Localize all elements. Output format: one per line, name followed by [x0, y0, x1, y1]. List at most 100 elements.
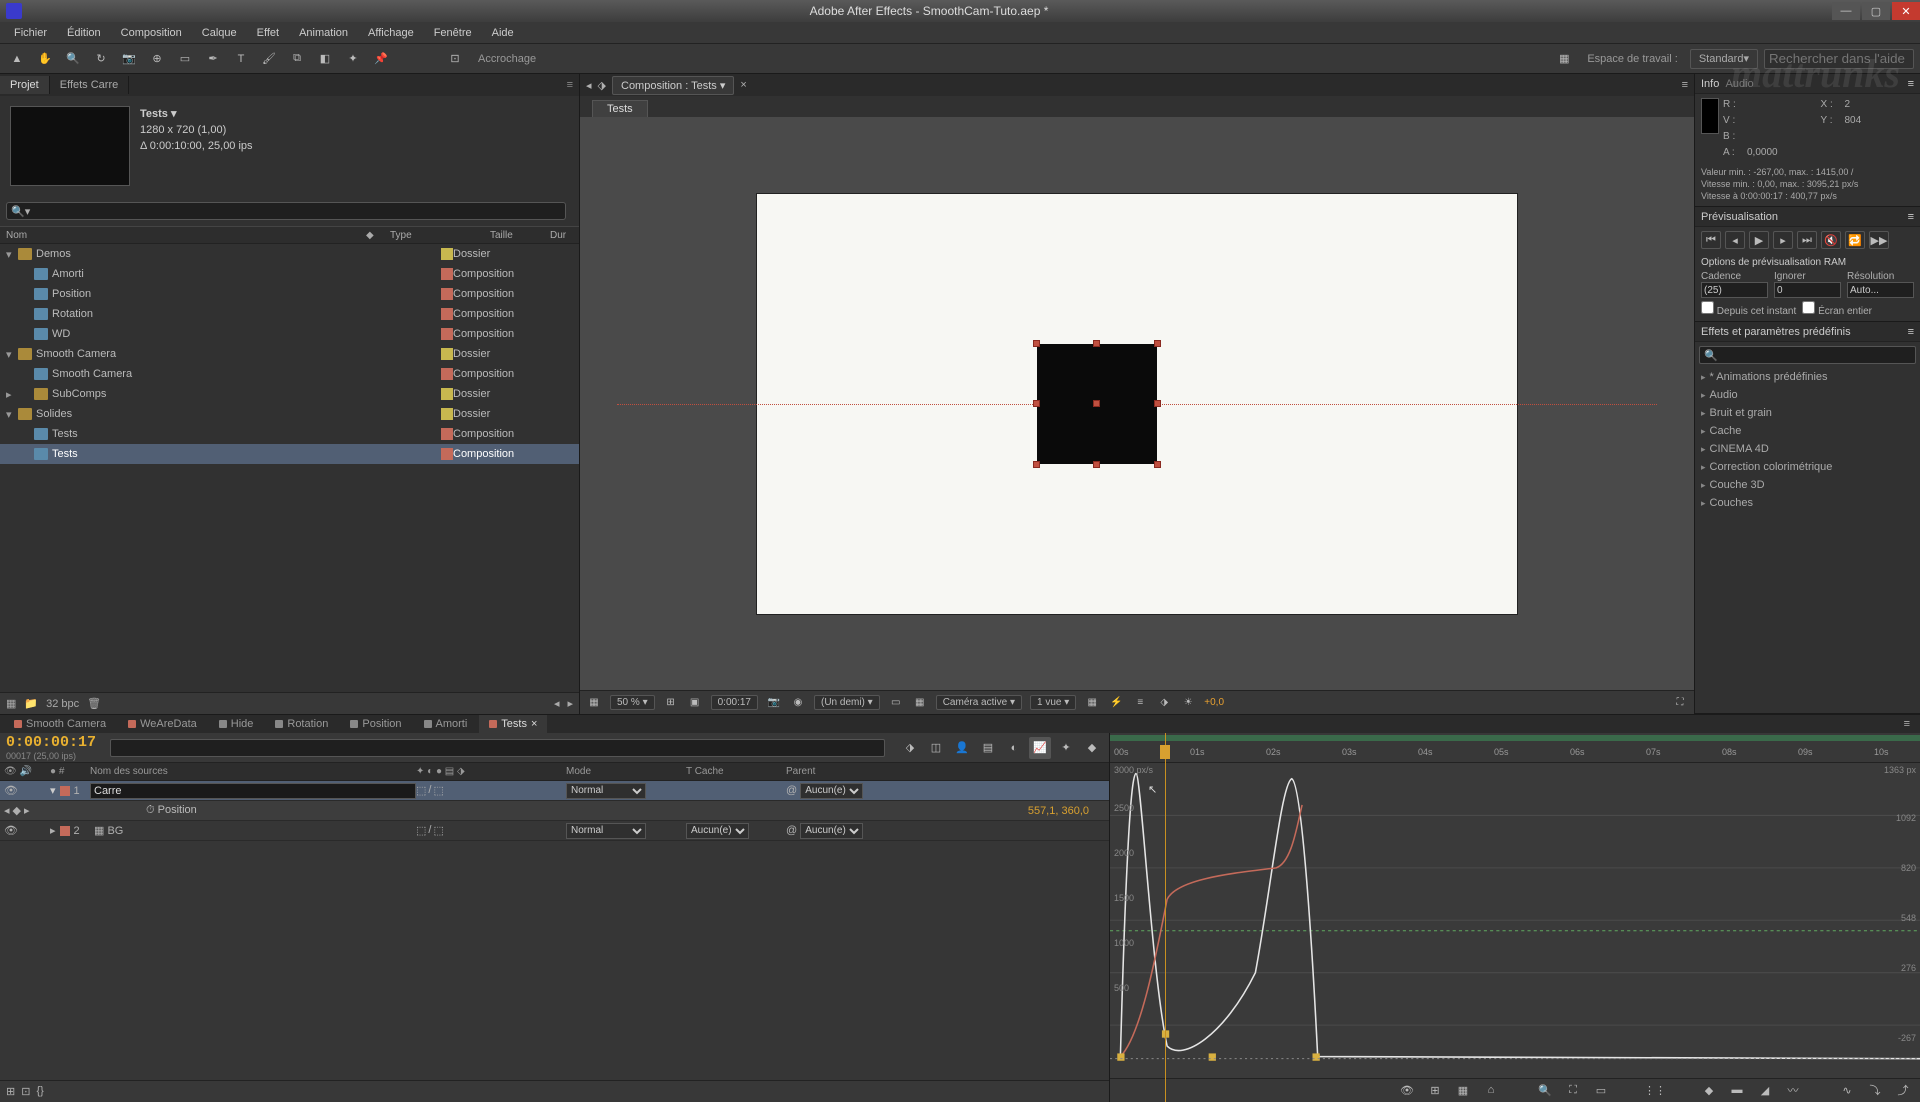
col-swatch[interactable]: ◆: [366, 230, 390, 241]
timecode[interactable]: 0:00:00:17: [6, 734, 96, 751]
minimize-button[interactable]: —: [1832, 2, 1860, 20]
flowchart-button[interactable]: ⬗: [1156, 695, 1172, 711]
layer-row-1[interactable]: 👁 ▾1 ⬚ / ⬚ Normal @ Aucun(e): [0, 781, 1109, 801]
effects-category[interactable]: * Animations prédéfinies: [1695, 368, 1920, 386]
hide-shy-button[interactable]: 👤: [951, 737, 973, 759]
graph-editor-button[interactable]: 📈: [1029, 737, 1051, 759]
trkmat-select[interactable]: Aucun(e): [686, 823, 749, 839]
shy-switch[interactable]: ⬚: [416, 824, 426, 837]
brainstorm-button[interactable]: ✦: [1055, 737, 1077, 759]
project-item[interactable]: RotationComposition: [0, 304, 579, 324]
item-swatch[interactable]: [441, 388, 453, 400]
project-item[interactable]: ▾Smooth CameraDossier: [0, 344, 579, 364]
play-button[interactable]: ▶: [1749, 231, 1769, 249]
menu-fichier[interactable]: Fichier: [4, 25, 57, 41]
comp-close[interactable]: ×: [740, 79, 746, 91]
blend-mode-select[interactable]: Normal: [566, 783, 646, 799]
pickwhip-icon[interactable]: @: [786, 784, 797, 796]
camera-dropdown[interactable]: Caméra active ▾: [936, 695, 1022, 710]
stopwatch-icon[interactable]: ⏱: [146, 804, 155, 816]
menu-fenetre[interactable]: Fenêtre: [424, 25, 482, 41]
project-item[interactable]: AmortiComposition: [0, 264, 579, 284]
first-frame-button[interactable]: ⏮: [1701, 231, 1721, 249]
frame-blend-button[interactable]: ▤: [977, 737, 999, 759]
col-mode[interactable]: Mode: [566, 766, 686, 777]
toggle-modes-button[interactable]: ⊡: [21, 1085, 30, 1098]
handle-tr[interactable]: [1154, 340, 1161, 347]
item-swatch[interactable]: [441, 408, 453, 420]
channel-button[interactable]: ◉: [790, 695, 806, 711]
menu-calque[interactable]: Calque: [192, 25, 247, 41]
effects-category[interactable]: CINEMA 4D: [1695, 440, 1920, 458]
audio-tab[interactable]: Audio: [1725, 78, 1753, 90]
graph-editor[interactable]: 3000 px/s: [1110, 763, 1920, 1078]
project-item[interactable]: ▾SolidesDossier: [0, 404, 579, 424]
effects-menu[interactable]: ≡: [1908, 326, 1914, 338]
effects-category[interactable]: Bruit et grain: [1695, 404, 1920, 422]
brush-tool[interactable]: 🖌: [258, 48, 280, 70]
item-swatch[interactable]: [441, 308, 453, 320]
pixel-aspect-button[interactable]: ▦: [1084, 695, 1100, 711]
snap-icon[interactable]: ⊡: [444, 48, 466, 70]
twirl-icon[interactable]: ▸: [50, 824, 56, 837]
ram-preview-button[interactable]: ▶▶: [1869, 231, 1889, 249]
timeline-tab[interactable]: WeAreData: [118, 715, 207, 733]
zoom-tool[interactable]: 🔍: [62, 48, 84, 70]
roi-button[interactable]: ▭: [888, 695, 904, 711]
project-item[interactable]: PositionComposition: [0, 284, 579, 304]
eraser-tool[interactable]: ◧: [314, 48, 336, 70]
pickwhip-icon[interactable]: @: [786, 824, 797, 836]
project-item[interactable]: WDComposition: [0, 324, 579, 344]
time-ruler[interactable]: 00s01s02s03s04s05s06s07s08s09s10s: [1110, 733, 1920, 763]
puppet-tool[interactable]: 📌: [370, 48, 392, 70]
delete-button[interactable]: 🗑: [87, 697, 101, 710]
cb-from-current[interactable]: Depuis cet instant: [1701, 301, 1796, 317]
timeline-button[interactable]: ≡: [1132, 695, 1148, 711]
new-folder-button[interactable]: 📁: [24, 697, 38, 710]
mask-toggle[interactable]: ▣: [687, 695, 703, 711]
item-swatch[interactable]: [441, 348, 453, 360]
maximize-viewer[interactable]: ⛶: [1672, 695, 1688, 711]
layer-name-input[interactable]: [90, 783, 416, 799]
blend-mode-select[interactable]: Normal: [566, 823, 646, 839]
menu-edition[interactable]: Édition: [57, 25, 111, 41]
twirl-icon[interactable]: ▾: [50, 784, 56, 797]
bpc-button[interactable]: 32 bpc: [46, 698, 79, 710]
work-area[interactable]: [1110, 735, 1920, 741]
comp-mini-flow[interactable]: ⬗: [899, 737, 921, 759]
layer-swatch[interactable]: [60, 786, 70, 796]
zoom-graph-button[interactable]: 🔍: [1534, 1079, 1556, 1101]
project-tab[interactable]: Projet: [0, 76, 50, 94]
shy-switch[interactable]: ⬚: [416, 784, 426, 797]
keyframe[interactable]: [1209, 1053, 1216, 1060]
timeline-search[interactable]: [110, 739, 885, 757]
auto-keyframe-button[interactable]: ◆: [1081, 737, 1103, 759]
effects-title[interactable]: Effets et paramètres prédéfinis: [1701, 326, 1851, 338]
layer-row-2[interactable]: 👁 ▸2 ▦ BG ⬚ / ⬚ Normal Aucun(e) @ Aucun(…: [0, 821, 1109, 841]
workspace-dropdown[interactable]: Standard ▾: [1690, 49, 1758, 69]
col-dur[interactable]: Dur: [550, 230, 566, 241]
comp-subtab[interactable]: Tests: [592, 100, 648, 117]
comp-dropdown[interactable]: Composition : Tests ▾: [612, 76, 734, 95]
fit-sel-button[interactable]: ▭: [1590, 1079, 1612, 1101]
item-swatch[interactable]: [441, 368, 453, 380]
col-name[interactable]: Nom: [6, 230, 366, 241]
graph-type-button[interactable]: ⊞: [1424, 1079, 1446, 1101]
layer-carre[interactable]: [1037, 344, 1157, 464]
handle-br[interactable]: [1154, 461, 1161, 468]
draft3d-button[interactable]: ◫: [925, 737, 947, 759]
fit-graph-button[interactable]: ⌂: [1480, 1079, 1502, 1101]
cb-fullscreen[interactable]: Écran entier: [1802, 301, 1872, 317]
col-trkmat[interactable]: T Cache: [686, 766, 786, 777]
project-item[interactable]: TestsComposition: [0, 444, 579, 464]
effects-search[interactable]: 🔍: [1699, 346, 1916, 364]
ignorer-input[interactable]: [1774, 282, 1841, 298]
effects-category[interactable]: Cache: [1695, 422, 1920, 440]
effects-category[interactable]: Correction colorimétrique: [1695, 458, 1920, 476]
handle-mr[interactable]: [1154, 400, 1161, 407]
handle-tl[interactable]: [1033, 340, 1040, 347]
project-item[interactable]: TestsComposition: [0, 424, 579, 444]
comp-flow-icon[interactable]: ⬗: [598, 79, 606, 92]
project-item[interactable]: ▸SubCompsDossier: [0, 384, 579, 404]
timeline-tab[interactable]: Hide: [209, 715, 264, 733]
